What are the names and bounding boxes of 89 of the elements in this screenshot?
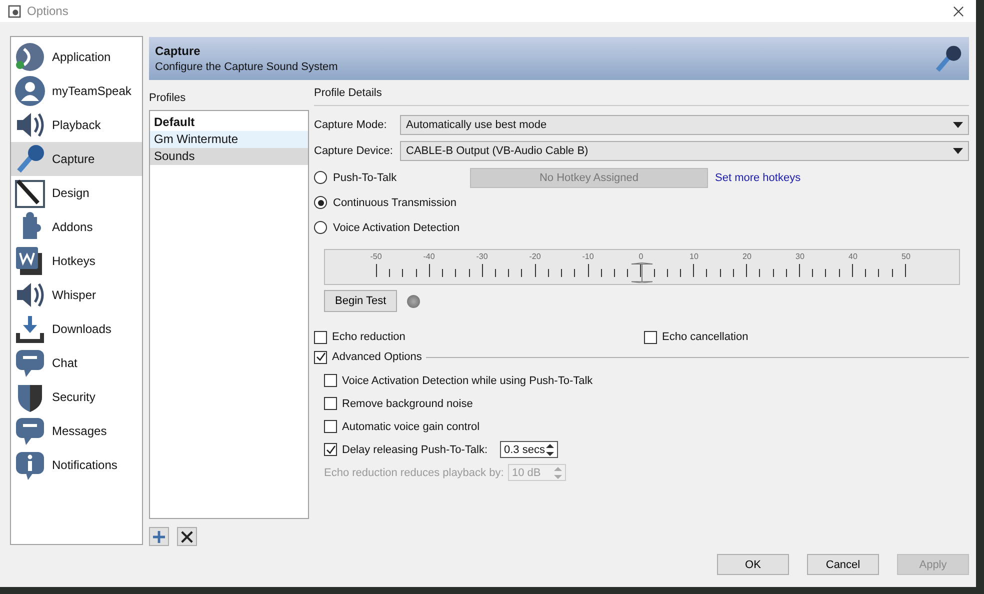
dialog-button[interactable]: OK [717, 554, 789, 575]
group-heading: Profile Details [314, 87, 383, 101]
speech-bubble-icon [14, 347, 46, 379]
checkbox-label: Advanced Options [332, 351, 422, 363]
radio-option[interactable]: Continuous Transmission [314, 196, 470, 209]
speech-bubble-icon [14, 415, 46, 447]
threshold-slider[interactable]: -50 -40 -30 -20 -10 0 10 20 30 40 50 [324, 249, 960, 285]
category-item[interactable]: Security [11, 380, 142, 414]
field-label: Capture Mode: [314, 119, 388, 131]
microphone-icon [933, 44, 963, 74]
pencil-icon [14, 177, 46, 209]
dialog-button[interactable]: Cancel [807, 554, 879, 575]
close-icon [181, 530, 193, 542]
section-subtitle: Configure the Capture Sound System [155, 61, 339, 73]
checkbox-option[interactable]: Advanced Options [314, 350, 422, 364]
checkbox-option[interactable]: Echo reduction [314, 330, 644, 344]
scale-label: 10 [688, 252, 700, 261]
capture-device-dropdown[interactable]: CABLE-B Output (VB-Audio Cable B) [400, 141, 969, 161]
person-icon [14, 75, 46, 107]
checkbox[interactable] [324, 374, 337, 387]
scale-label: -50 [369, 252, 383, 261]
radio-button[interactable] [314, 196, 327, 209]
radio-option[interactable]: Push-To-Talk [314, 171, 470, 184]
checkbox-label: Echo reduction [332, 331, 406, 343]
scale-label: 40 [848, 252, 858, 261]
scale-label: 20 [742, 252, 752, 261]
remove-button[interactable] [177, 527, 197, 546]
category-item[interactable]: Downloads [11, 312, 142, 346]
checkbox-option[interactable]: Delay releasing Push-To-Talk: [324, 443, 500, 456]
checkbox-option[interactable]: Automatic voice gain control [324, 420, 480, 433]
add-button[interactable] [149, 527, 169, 546]
checkbox[interactable] [324, 397, 337, 410]
category-item[interactable]: Addons [11, 210, 142, 244]
category-item[interactable]: Capture [11, 142, 142, 176]
checkbox-label: Remove background noise [342, 398, 473, 410]
scale-label: -40 [422, 252, 436, 261]
checkbox[interactable] [324, 443, 337, 456]
scale-label: 50 [900, 252, 912, 261]
checkbox-label: Echo cancellation [662, 331, 748, 343]
category-item[interactable]: Application [11, 40, 142, 74]
checkbox-option[interactable]: Echo cancellation [644, 330, 748, 344]
profiles-label: Profiles [149, 92, 187, 106]
window-title: Options [27, 4, 70, 18]
category-item[interactable]: Chat [11, 346, 142, 380]
spin-arrows-icon [546, 442, 554, 456]
capture-mode-dropdown[interactable]: Automatically use best mode [400, 115, 969, 135]
close-icon[interactable] [953, 6, 964, 16]
category-item[interactable]: Design [11, 176, 142, 210]
radio-label: Continuous Transmission [333, 196, 457, 208]
download-icon [14, 313, 46, 345]
checkbox[interactable] [314, 330, 327, 344]
scale-label: 30 [794, 252, 806, 261]
number-spinbox[interactable]: 0.3 secs [500, 441, 558, 458]
checkbox[interactable] [314, 350, 327, 364]
hotkeys-link[interactable]: Set more hotkeys [715, 172, 801, 184]
category-item[interactable]: Whisper [11, 278, 142, 312]
info-icon [14, 449, 46, 481]
category-item[interactable]: Notifications [11, 448, 142, 482]
category-item[interactable]: myTeamSpeak [11, 74, 142, 108]
plus-icon [152, 530, 166, 544]
radio-option[interactable]: Voice Activation Detection [314, 221, 470, 234]
begin-test-button[interactable]: Begin Test [324, 290, 398, 312]
caret-icon [953, 122, 963, 128]
radio-button[interactable] [314, 221, 327, 234]
scale-label: -30 [475, 252, 489, 261]
profile-item[interactable]: Default [150, 114, 308, 131]
radio-button[interactable] [314, 171, 327, 184]
profile-item[interactable]: Sounds [150, 148, 308, 165]
category-item[interactable]: Playback [11, 108, 142, 142]
category-item[interactable]: Messages [11, 414, 142, 448]
scale-label: 0 [638, 252, 644, 261]
checkbox[interactable] [324, 420, 337, 433]
profile-item[interactable]: Gm Wintermute [150, 131, 308, 148]
status-lamp [407, 294, 420, 308]
field-label: Echo reduction reduces playback by: [324, 466, 505, 478]
checkbox[interactable] [644, 330, 657, 344]
scale-label: -10 [581, 252, 595, 261]
spin-arrows-icon [554, 466, 562, 480]
scale-label: -20 [528, 252, 542, 261]
checkbox-option[interactable]: Remove background noise [324, 397, 473, 410]
radio-label: Voice Activation Detection [333, 222, 460, 234]
caret-icon [953, 148, 963, 154]
radio-label: Push-To-Talk [333, 172, 397, 184]
category-item[interactable]: Hotkeys [11, 244, 142, 278]
field-label: Capture Device: [314, 145, 394, 157]
microphone-icon [14, 143, 46, 175]
checkbox-label: Delay releasing Push-To-Talk: [342, 444, 488, 456]
section-title: Capture [155, 44, 202, 58]
checkbox-label: Automatic voice gain control [342, 420, 480, 432]
